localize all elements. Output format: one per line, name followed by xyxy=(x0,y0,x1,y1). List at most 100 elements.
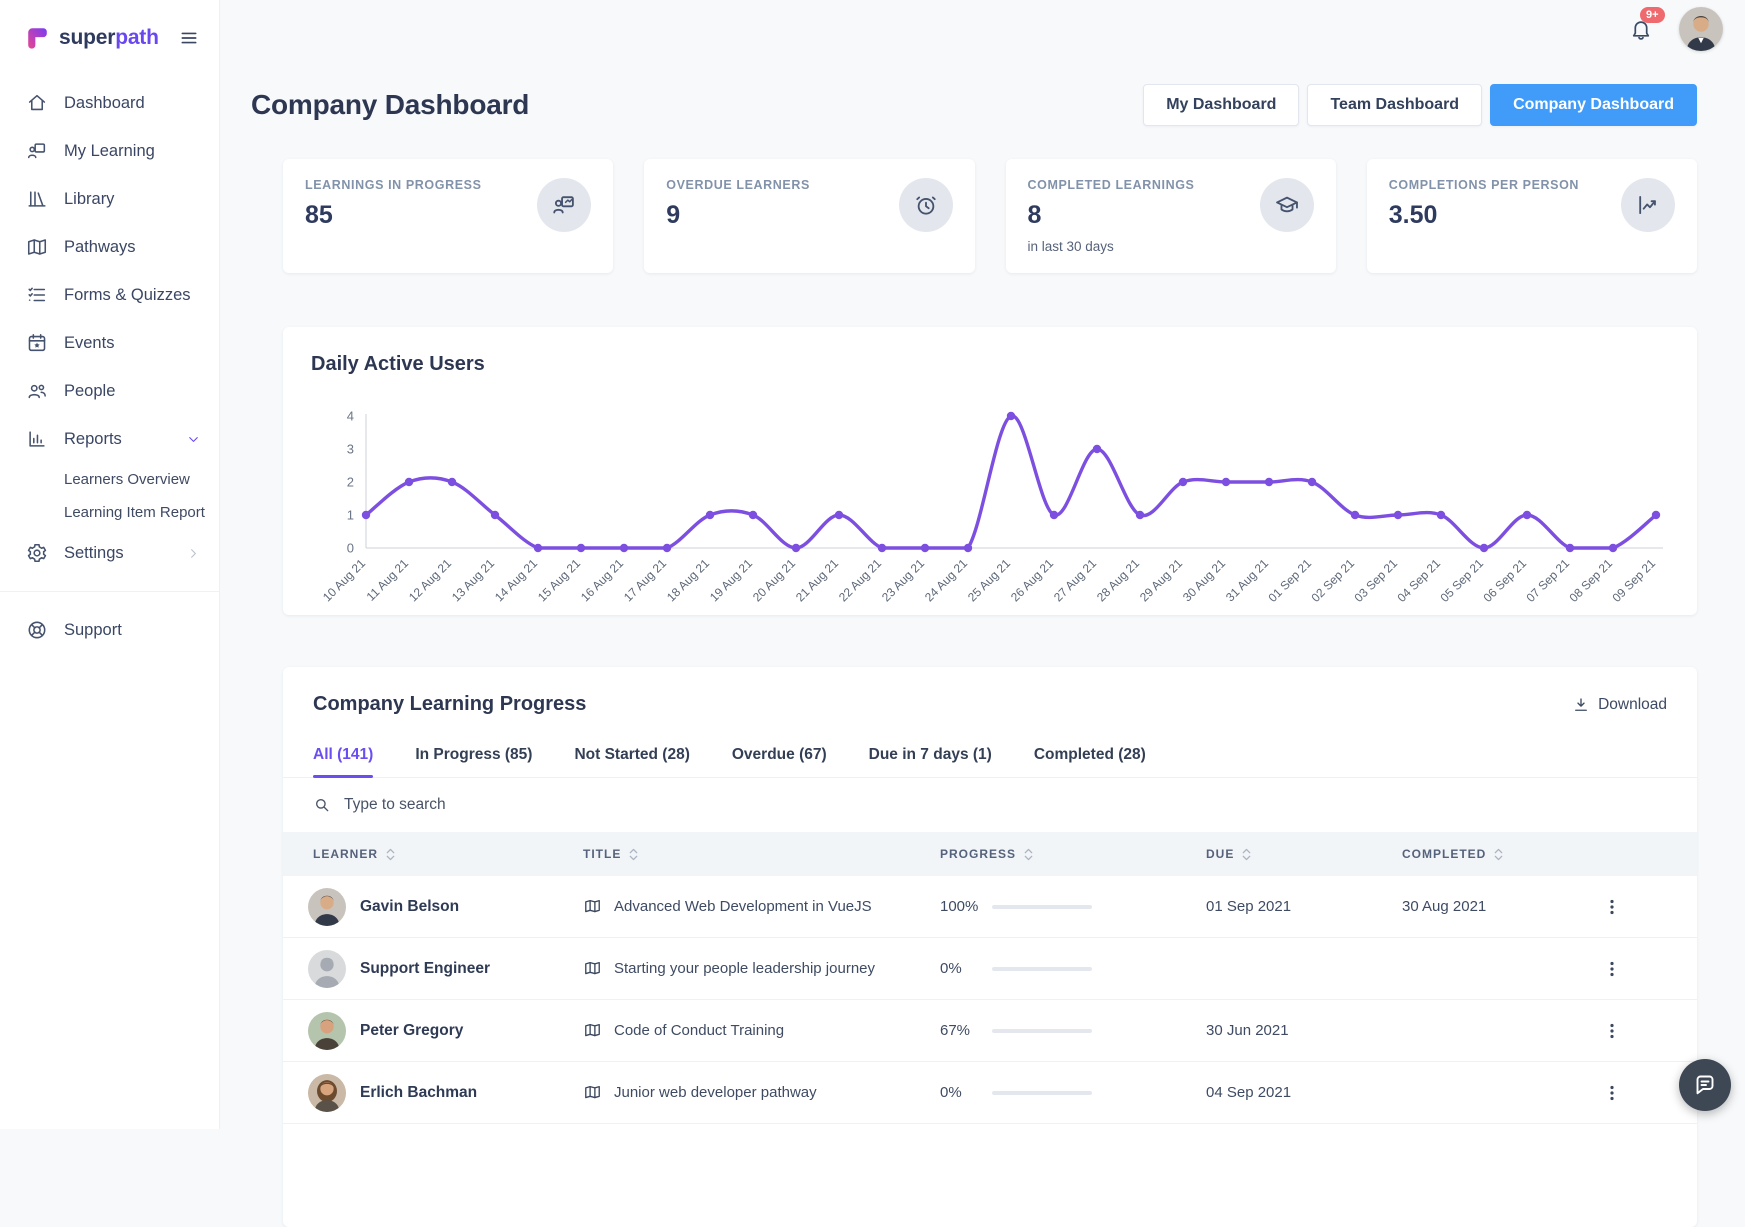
pathways-icon xyxy=(26,236,48,258)
progress-percent: 0% xyxy=(940,1084,992,1101)
search-bar xyxy=(283,778,1697,832)
sidebar-item-my-learning[interactable]: My Learning xyxy=(0,127,219,175)
svg-text:16 Aug 21: 16 Aug 21 xyxy=(578,556,626,604)
sidebar-item-label: My Learning xyxy=(64,142,155,161)
table-row-peter-gregory[interactable]: Peter GregoryCode of Conduct Training67%… xyxy=(283,1000,1697,1062)
column-header-label: LEARNER xyxy=(313,847,378,861)
svg-text:3: 3 xyxy=(347,442,354,457)
tab-completed-28[interactable]: Completed (28) xyxy=(1034,746,1146,777)
stats-row: LEARNINGS IN PROGRESS85OVERDUE LEARNERS9… xyxy=(283,159,1697,273)
notification-badge: 9+ xyxy=(1640,7,1665,23)
page-header: Company Dashboard My DashboardTeam Dashb… xyxy=(220,58,1745,126)
brand-name-bold: super xyxy=(59,26,115,49)
sidebar-item-forms-quizzes[interactable]: Forms & Quizzes xyxy=(0,271,219,319)
svg-text:19 Aug 21: 19 Aug 21 xyxy=(707,556,755,604)
sidebar-item-pathways[interactable]: Pathways xyxy=(0,223,219,271)
row-menu-button[interactable] xyxy=(1602,1083,1622,1103)
table-row-gavin-belson[interactable]: Gavin BelsonAdvanced Web Development in … xyxy=(283,876,1697,938)
svg-text:02 Sep 21: 02 Sep 21 xyxy=(1309,556,1358,605)
svg-text:11 Aug 21: 11 Aug 21 xyxy=(364,556,412,604)
column-header-label: DUE xyxy=(1206,847,1234,861)
sidebar-item-label: Forms & Quizzes xyxy=(64,286,191,305)
view-tab-team-dashboard[interactable]: Team Dashboard xyxy=(1307,84,1482,126)
svg-text:20 Aug 21: 20 Aug 21 xyxy=(750,556,798,604)
learner-name: Peter Gregory xyxy=(360,1022,463,1040)
column-header-due[interactable]: DUE xyxy=(1206,847,1402,861)
sidebar-item-label: Pathways xyxy=(64,238,136,257)
chat-icon xyxy=(1693,1073,1717,1097)
progress-bar xyxy=(992,967,1092,971)
brand: superpath xyxy=(0,0,219,51)
title-cell: Junior web developer pathway xyxy=(583,1083,940,1102)
tab-due-in-7-days-1[interactable]: Due in 7 days (1) xyxy=(869,746,992,777)
svg-text:18 Aug 21: 18 Aug 21 xyxy=(664,556,712,604)
tab-in-progress-85[interactable]: In Progress (85) xyxy=(415,746,532,777)
sidebar-item-library[interactable]: Library xyxy=(0,175,219,223)
view-tab-company-dashboard[interactable]: Company Dashboard xyxy=(1490,84,1697,126)
reports-icon xyxy=(26,428,48,450)
stat-card-text: COMPLETED LEARNINGS8in last 30 days xyxy=(1028,178,1195,254)
chevron-down-icon xyxy=(186,432,201,447)
svg-text:17 Aug 21: 17 Aug 21 xyxy=(621,556,669,604)
notifications-button[interactable]: 9+ xyxy=(1629,17,1653,41)
view-tab-my-dashboard[interactable]: My Dashboard xyxy=(1143,84,1299,126)
dashboard-view-switcher: My DashboardTeam DashboardCompany Dashbo… xyxy=(1143,84,1697,126)
table-row-support-engineer[interactable]: Support EngineerStarting your people lea… xyxy=(283,938,1697,1000)
sidebar-subitem-learning-item-report[interactable]: Learning Item Report xyxy=(0,496,219,529)
sort-icon xyxy=(1023,848,1034,861)
sidebar-item-people[interactable]: People xyxy=(0,367,219,415)
column-header-learner[interactable]: LEARNER xyxy=(283,847,583,861)
sidebar-item-dashboard[interactable]: Dashboard xyxy=(0,79,219,127)
download-button[interactable]: Download xyxy=(1572,696,1667,714)
tab-all-141[interactable]: All (141) xyxy=(313,746,373,777)
sidebar-item-reports[interactable]: Reports xyxy=(0,415,219,463)
sidebar-item-settings[interactable]: Settings xyxy=(0,529,219,577)
download-icon xyxy=(1572,696,1590,714)
tab-not-started-28[interactable]: Not Started (28) xyxy=(574,746,689,777)
svg-text:08 Sep 21: 08 Sep 21 xyxy=(1567,556,1616,605)
sidebar-divider xyxy=(0,591,219,592)
row-menu-button[interactable] xyxy=(1602,897,1622,917)
column-header-title[interactable]: TITLE xyxy=(583,847,940,861)
sidebar-item-label: People xyxy=(64,382,115,401)
svg-text:29 Aug 21: 29 Aug 21 xyxy=(1137,556,1185,604)
tab-overdue-67[interactable]: Overdue (67) xyxy=(732,746,827,777)
progress-cell: 0% xyxy=(940,1084,1206,1101)
company-learning-progress-card: Company Learning Progress Download All (… xyxy=(283,667,1697,1227)
row-menu-button[interactable] xyxy=(1602,1021,1622,1041)
learning-title: Junior web developer pathway xyxy=(614,1084,817,1101)
chat-launcher-button[interactable] xyxy=(1679,1059,1731,1111)
svg-text:24 Aug 21: 24 Aug 21 xyxy=(922,556,970,604)
sidebar-item-support[interactable]: Support xyxy=(0,606,219,654)
menu-collapse-icon[interactable] xyxy=(179,28,199,48)
svg-text:15 Aug 21: 15 Aug 21 xyxy=(535,556,583,604)
stat-label: COMPLETED LEARNINGS xyxy=(1028,178,1195,192)
sidebar-item-events[interactable]: Events xyxy=(0,319,219,367)
svg-text:03 Sep 21: 03 Sep 21 xyxy=(1352,556,1401,605)
avatar-placeholder xyxy=(308,950,346,988)
svg-text:25 Aug 21: 25 Aug 21 xyxy=(965,556,1013,604)
table-body: Gavin BelsonAdvanced Web Development in … xyxy=(283,876,1697,1124)
column-header-completed[interactable]: COMPLETED xyxy=(1402,847,1602,861)
svg-text:23 Aug 21: 23 Aug 21 xyxy=(879,556,927,604)
user-avatar[interactable] xyxy=(1679,7,1723,51)
progress-bar xyxy=(992,1029,1092,1033)
sidebar-subitem-learners-overview[interactable]: Learners Overview xyxy=(0,463,219,496)
search-input[interactable] xyxy=(342,795,1667,815)
chevron-right-icon xyxy=(186,546,201,561)
table-row-erlich-bachman[interactable]: Erlich BachmanJunior web developer pathw… xyxy=(283,1062,1697,1124)
svg-text:05 Sep 21: 05 Sep 21 xyxy=(1438,556,1487,605)
svg-text:07 Sep 21: 07 Sep 21 xyxy=(1524,556,1573,605)
topbar: 9+ xyxy=(220,0,1745,58)
column-header-progress[interactable]: PROGRESS xyxy=(940,847,1206,861)
search-icon xyxy=(313,796,331,814)
svg-text:28 Aug 21: 28 Aug 21 xyxy=(1094,556,1142,604)
sidebar: superpath Dashboard My Learning Library Pat… xyxy=(0,0,220,1129)
learning-title: Advanced Web Development in VueJS xyxy=(614,898,872,915)
learner-name: Support Engineer xyxy=(360,960,490,978)
row-menu-button[interactable] xyxy=(1602,959,1622,979)
svg-text:31 Aug 21: 31 Aug 21 xyxy=(1223,556,1271,604)
alarm-icon xyxy=(899,178,953,232)
stat-card-completed-learnings: COMPLETED LEARNINGS8in last 30 days xyxy=(1006,159,1336,273)
avatar-photo xyxy=(308,1012,346,1050)
